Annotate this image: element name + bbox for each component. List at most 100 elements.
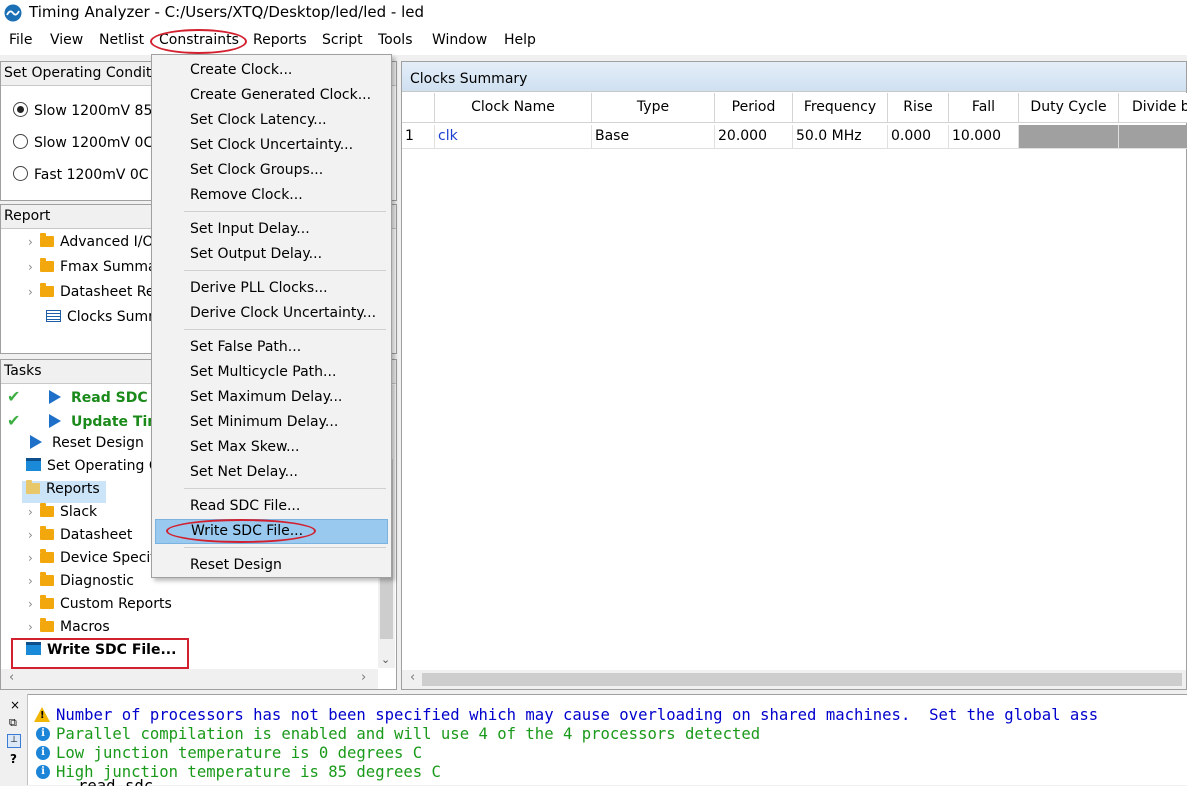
cell-type: Base [592, 125, 715, 149]
menu-script[interactable]: Script [322, 32, 363, 48]
chevron-right-icon[interactable]: › [28, 260, 40, 274]
dialog-icon [26, 458, 41, 471]
menu-separator [184, 547, 386, 548]
table-row[interactable]: 1 clk Base 20.000 50.0 MHz 0.000 10.000 [402, 125, 1187, 150]
menu-window[interactable]: Window [432, 32, 487, 48]
menu-item-set-clock-uncertainty[interactable]: Set Clock Uncertainty... [155, 134, 388, 158]
menu-item-set-max-skew[interactable]: Set Max Skew... [155, 436, 388, 460]
task-custom-reports[interactable]: › Custom Reports [28, 595, 172, 618]
play-icon[interactable] [49, 390, 61, 404]
scroll-right-icon[interactable]: › [361, 670, 366, 685]
console-panel: Number of processors has not been specif… [0, 694, 1187, 786]
console-line-info: i Low junction temperature is 0 degrees C [36, 744, 422, 763]
menu-item-set-false-path[interactable]: Set False Path... [155, 336, 388, 360]
column-header-index[interactable] [402, 93, 435, 123]
menu-item-set-net-delay[interactable]: Set Net Delay... [155, 461, 388, 485]
timing-analyzer-app-icon [4, 4, 22, 22]
clocks-hscrollbar[interactable]: ‹ [402, 670, 1186, 689]
column-header-fall[interactable]: Fall [949, 93, 1019, 123]
menu-reports[interactable]: Reports [253, 32, 307, 48]
scroll-left-icon[interactable]: ‹ [9, 670, 14, 685]
folder-icon [40, 618, 54, 632]
warning-icon [34, 707, 50, 722]
folder-icon [40, 233, 54, 247]
close-icon[interactable]: × [10, 698, 20, 712]
menu-view[interactable]: View [50, 32, 83, 48]
cell-rise: 0.000 [888, 125, 949, 149]
menu-separator [184, 329, 386, 330]
menu-item-set-clock-latency[interactable]: Set Clock Latency... [155, 109, 388, 133]
chevron-right-icon[interactable]: › [28, 551, 40, 565]
scroll-down-icon[interactable]: ⌄ [381, 653, 390, 666]
play-icon[interactable] [30, 435, 42, 449]
chevron-right-icon[interactable]: › [28, 620, 40, 634]
menu-bar: File View Netlist Constraints Reports Sc… [0, 27, 1187, 55]
radio-icon[interactable] [13, 134, 28, 149]
check-icon: ✔ [7, 387, 21, 406]
console-toolbar: × ⧉ ⊥ ? [0, 694, 28, 785]
task-slack[interactable]: › Slack [28, 503, 97, 526]
cell-duty-cycle [1019, 125, 1119, 149]
chevron-right-icon[interactable]: › [28, 285, 40, 299]
column-header-divide-by[interactable]: Divide by [1119, 93, 1187, 123]
play-icon[interactable] [49, 414, 61, 428]
menu-item-set-clock-groups[interactable]: Set Clock Groups... [155, 159, 388, 183]
task-diagnostic[interactable]: › Diagnostic [28, 572, 134, 595]
task-reset-design[interactable]: Reset Design [30, 435, 144, 457]
check-icon: ✔ [7, 411, 21, 430]
task-label: Macros [60, 619, 110, 635]
menu-netlist[interactable]: Netlist [99, 32, 144, 48]
chevron-right-icon[interactable]: › [28, 505, 40, 519]
menu-item-reset-design[interactable]: Reset Design [155, 554, 388, 578]
menu-help[interactable]: Help [504, 32, 536, 48]
pin-icon[interactable]: ⊥ [7, 734, 21, 748]
menu-item-set-input-delay[interactable]: Set Input Delay... [155, 218, 388, 242]
folder-icon [40, 503, 54, 517]
chevron-right-icon[interactable]: › [28, 574, 40, 588]
menu-item-write-sdc-file[interactable]: Write SDC File... [155, 519, 388, 544]
console-line-warning: Number of processors has not been specif… [34, 706, 1098, 725]
menu-constraints[interactable]: Constraints [159, 32, 239, 48]
menu-item-remove-clock[interactable]: Remove Clock... [155, 184, 388, 208]
column-header-period[interactable]: Period [715, 93, 793, 123]
chevron-right-icon[interactable]: › [28, 528, 40, 542]
menu-item-create-generated-clock[interactable]: Create Generated Clock... [155, 84, 388, 108]
column-header-clock-name[interactable]: Clock Name [435, 93, 592, 123]
clocks-summary-tab[interactable]: Clocks Summary [402, 62, 1186, 92]
cell-period: 20.000 [715, 125, 793, 149]
chevron-right-icon[interactable]: › [28, 597, 40, 611]
tasks-hscrollbar[interactable]: ‹ › [1, 669, 378, 689]
menu-item-derive-pll-clocks[interactable]: Derive PLL Clocks... [155, 277, 388, 301]
task-label: Datasheet [60, 527, 133, 543]
column-header-frequency[interactable]: Frequency [793, 93, 888, 123]
menu-tools[interactable]: Tools [378, 32, 413, 48]
restore-icon[interactable]: ⧉ [9, 716, 17, 730]
menu-item-set-minimum-delay[interactable]: Set Minimum Delay... [155, 411, 388, 435]
column-header-type[interactable]: Type [592, 93, 715, 123]
chevron-right-icon[interactable]: › [28, 235, 40, 249]
column-header-duty-cycle[interactable]: Duty Cycle [1019, 93, 1119, 123]
menu-file[interactable]: File [9, 32, 32, 48]
menu-item-set-multicycle-path[interactable]: Set Multicycle Path... [155, 361, 388, 385]
menu-item-set-output-delay[interactable]: Set Output Delay... [155, 243, 388, 267]
folder-icon [40, 549, 54, 563]
task-device-specific[interactable]: › Device Specific [28, 549, 167, 572]
clocks-table-header: Clock Name Type Period Frequency Rise Fa… [402, 93, 1187, 124]
column-header-rise[interactable]: Rise [888, 93, 949, 123]
scrollbar-thumb[interactable] [422, 673, 1182, 686]
report-item-fmax-summary[interactable]: › Fmax Summary [28, 258, 171, 281]
menu-item-read-sdc-file[interactable]: Read SDC File... [155, 495, 388, 519]
menu-item-create-clock[interactable]: Create Clock... [155, 59, 388, 83]
cell-frequency: 50.0 MHz [793, 125, 888, 149]
radio-selected-icon[interactable] [13, 102, 28, 117]
radio-icon[interactable] [13, 166, 28, 181]
task-datasheet[interactable]: › Datasheet [28, 526, 133, 549]
write-sdc-annotation-box [11, 638, 189, 669]
menu-item-derive-clock-uncertainty[interactable]: Derive Clock Uncertainty... [155, 302, 388, 326]
scroll-left-icon[interactable]: ‹ [410, 670, 415, 685]
task-reports[interactable]: Reports [22, 480, 106, 503]
folder-icon [40, 526, 54, 540]
cell-clock-name[interactable]: clk [435, 125, 592, 149]
menu-item-set-maximum-delay[interactable]: Set Maximum Delay... [155, 386, 388, 410]
help-icon[interactable]: ? [10, 752, 17, 766]
